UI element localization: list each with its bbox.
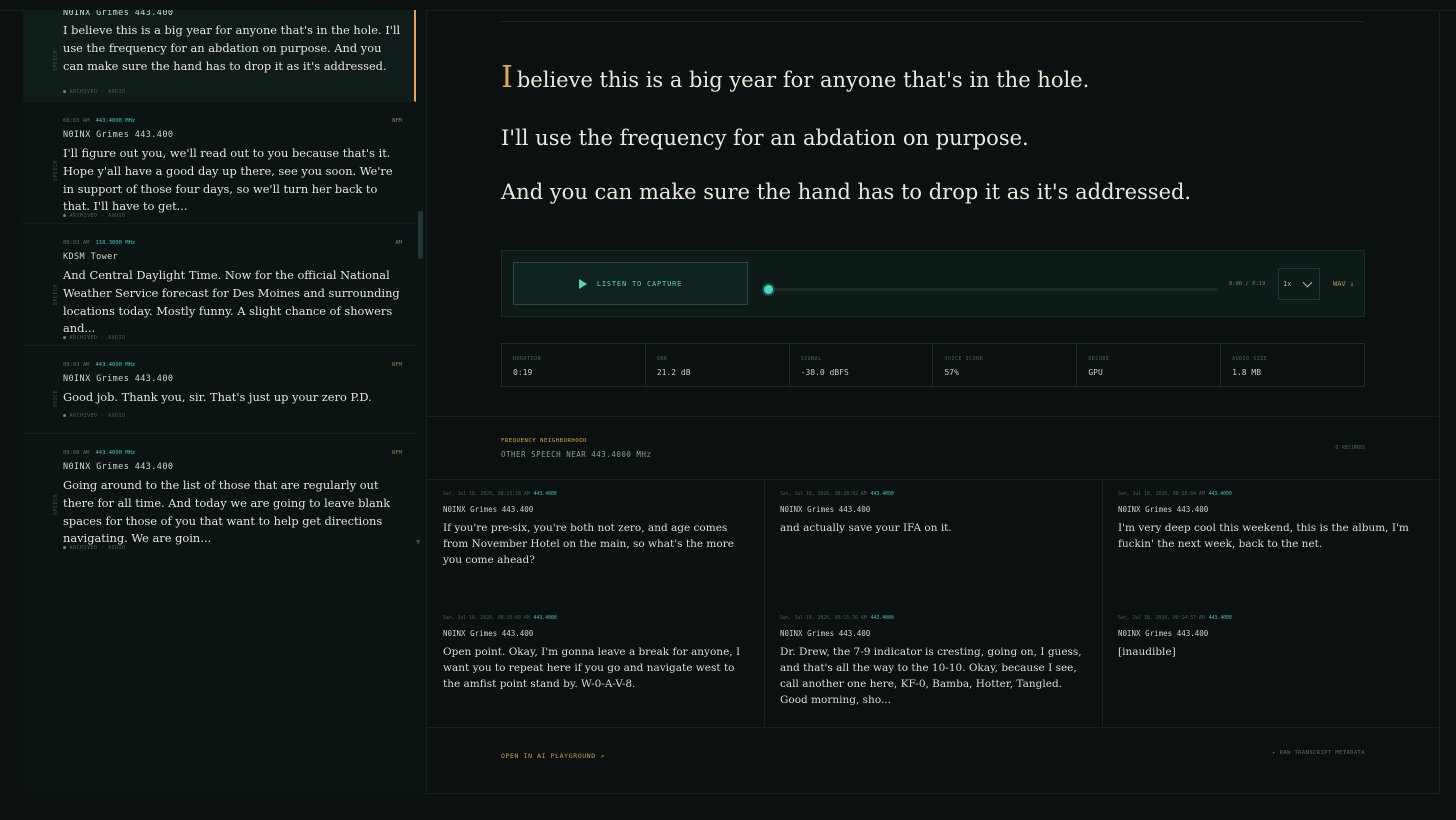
card-transcript: Good job. Thank you, sir. That's just up…: [63, 390, 372, 404]
card-rail-label: SPEECH: [53, 160, 59, 182]
card-band: NFM: [392, 362, 402, 368]
status-dot-icon: ●: [63, 213, 67, 219]
card-meta: 08:03 AM 118.3000 MHz: [63, 240, 136, 246]
transcript-line-1: Ibelieve this is a big year for anyone t…: [501, 60, 1090, 95]
neighborhood-count: 6 RECORDS: [1335, 445, 1365, 451]
neighbor-card[interactable]: Sat, Jul 18, 2026, 08:16:09 AM 443.4000 N…: [427, 604, 764, 728]
card-meta: 08:03 AM 443.4000 MHz: [63, 362, 136, 368]
card-station: N0INX Grimes 443.400: [63, 462, 174, 472]
grid-divider: [764, 480, 765, 728]
capture-card[interactable]: SPEECH 08:00 AM 443.4000 MHz NFM N0INX Gr…: [23, 434, 416, 554]
neighbor-card[interactable]: Sat, Jul 18, 2026, 08:14:57 AM 443.4000 N…: [1102, 604, 1439, 728]
capture-detail: Ibelieve this is a big year for anyone t…: [427, 10, 1440, 794]
stat-audio-size: AUDIO SIZE 1.8 MB: [1232, 356, 1268, 377]
listen-to-capture-button[interactable]: LISTEN TO CAPTURE: [513, 262, 748, 305]
capture-stats: DURATION 0:19 SNR 21.2 dB SIGNAL -38.0 dBFS…: [501, 343, 1365, 387]
listen-label: LISTEN TO CAPTURE: [596, 279, 683, 288]
status-dot-icon: ●: [63, 89, 67, 95]
card-station: N0INX Grimes 443.400: [63, 374, 174, 384]
card-transcript: And Central Daylight Time. Now for the o…: [63, 268, 400, 336]
capture-list[interactable]: SPEECH N0INX Grimes 443.400 I believe th…: [23, 10, 427, 794]
card-status: ● ARCHIVED · AUDIO: [63, 545, 126, 551]
speed-value: 1x: [1283, 280, 1292, 288]
card-status: ● ARCHIVED · AUDIO: [63, 213, 126, 219]
time-readout: 0:00 / 0:19: [1229, 281, 1266, 287]
card-meta: 08:03 AM 443.4000 MHz: [63, 118, 136, 124]
card-meta: 08:00 AM 443.4000 MHz: [63, 450, 136, 456]
play-icon: [578, 278, 587, 289]
chevron-down-icon: [1302, 277, 1313, 287]
capture-card[interactable]: SPEECH 08:03 AM 118.3000 MHz AM KDSM Towe…: [23, 224, 416, 346]
stat-voice-score: VOICE SCORE 57%: [933, 344, 1078, 386]
stat-decode: DECODE GPU: [1077, 344, 1222, 386]
card-rail-label: VOICE: [53, 390, 59, 408]
card-transcript: I believe this is a big year for anyone …: [63, 23, 401, 73]
playback-speed-select[interactable]: 1x: [1278, 268, 1320, 300]
neighborhood-title: OTHER SPEECH NEAR 443.4000 MHz: [501, 450, 652, 459]
raw-transcript-metadata-toggle[interactable]: ▸ RAW TRANSCRIPT METADATA: [1272, 750, 1365, 756]
open-ai-playground-link[interactable]: OPEN IN AI PLAYGROUND ↗: [501, 752, 605, 760]
status-dot-icon: ●: [63, 545, 67, 551]
transcript-line-2: I'll use the frequency for an abdation o…: [501, 126, 1029, 150]
neighbor-card[interactable]: Sat, Jul 18, 2026, 08:15:36 AM 443.4000 N…: [764, 604, 1101, 728]
status-dot-icon: ●: [63, 335, 67, 341]
section-rule: [427, 727, 1440, 728]
card-station: N0INX Grimes 443.400: [63, 130, 174, 140]
card-station: N0INX Grimes 443.400: [63, 10, 174, 18]
stat-duration: DURATION 0:19: [502, 344, 646, 386]
stat-signal: SIGNAL -38.0 dBFS: [790, 344, 934, 386]
capture-card[interactable]: SPEECH 08:03 AM 443.4000 MHz NFM N0INX Gr…: [23, 102, 416, 224]
neighbor-card[interactable]: Sat, Jul 18, 2026, 08:18:04 AM 443.4000 N…: [1102, 480, 1439, 604]
card-status: ● ARCHIVED · AUDIO: [63, 335, 126, 341]
card-status: ● ARCHIVED · AUDIO: [63, 413, 126, 419]
capture-card[interactable]: VOICE 08:03 AM 443.4000 MHz NFM N0INX Gri…: [23, 346, 416, 434]
header-rule: [501, 21, 1364, 22]
stat-snr: SNR 21.2 dB: [646, 344, 790, 386]
card-rail-label: SPEECH: [53, 50, 59, 72]
card-rail-label: SPEECH: [53, 494, 59, 516]
dropcap: I: [501, 60, 513, 95]
neighborhood-kicker: FREQUENCY NEIGHBORHOOD: [501, 438, 588, 444]
neighbor-card[interactable]: Sat, Jul 18, 2026, 08:23:16 AM 443.4000 N…: [427, 480, 764, 604]
card-band: NFM: [392, 118, 402, 124]
card-transcript: Going around to the list of those that a…: [63, 478, 391, 546]
card-band: NFM: [392, 450, 402, 456]
seek-handle[interactable]: [761, 283, 775, 296]
neighbor-card[interactable]: Sat, Jul 18, 2026, 08:20:02 AM 443.4000 N…: [764, 480, 1101, 604]
audio-player: LISTEN TO CAPTURE 0:00 / 0:19 1x WAV ↓: [501, 250, 1365, 317]
sidebar-scrollbar-thumb[interactable]: [418, 211, 423, 259]
card-rail-label: SPEECH: [53, 284, 59, 306]
capture-card-active[interactable]: SPEECH N0INX Grimes 443.400 I believe th…: [23, 10, 416, 102]
card-band: AM: [395, 240, 402, 246]
transcript-line-3: And you can make sure the hand has to dr…: [501, 180, 1192, 204]
card-status: ● ARCHIVED · AUDIO: [63, 89, 126, 95]
neighborhood-grid: Sat, Jul 18, 2026, 08:23:16 AM 443.4000 N…: [427, 480, 1440, 728]
card-station: KDSM Tower: [63, 252, 119, 262]
scroll-down-icon[interactable]: ▼: [416, 538, 420, 546]
card-transcript: I'll figure out you, we'll read out to y…: [63, 146, 393, 214]
seek-track[interactable]: [767, 288, 1218, 291]
grid-divider: [1102, 480, 1103, 728]
section-rule: [427, 416, 1440, 417]
status-dot-icon: ●: [63, 413, 67, 419]
download-wav-button[interactable]: WAV ↓: [1333, 280, 1354, 288]
